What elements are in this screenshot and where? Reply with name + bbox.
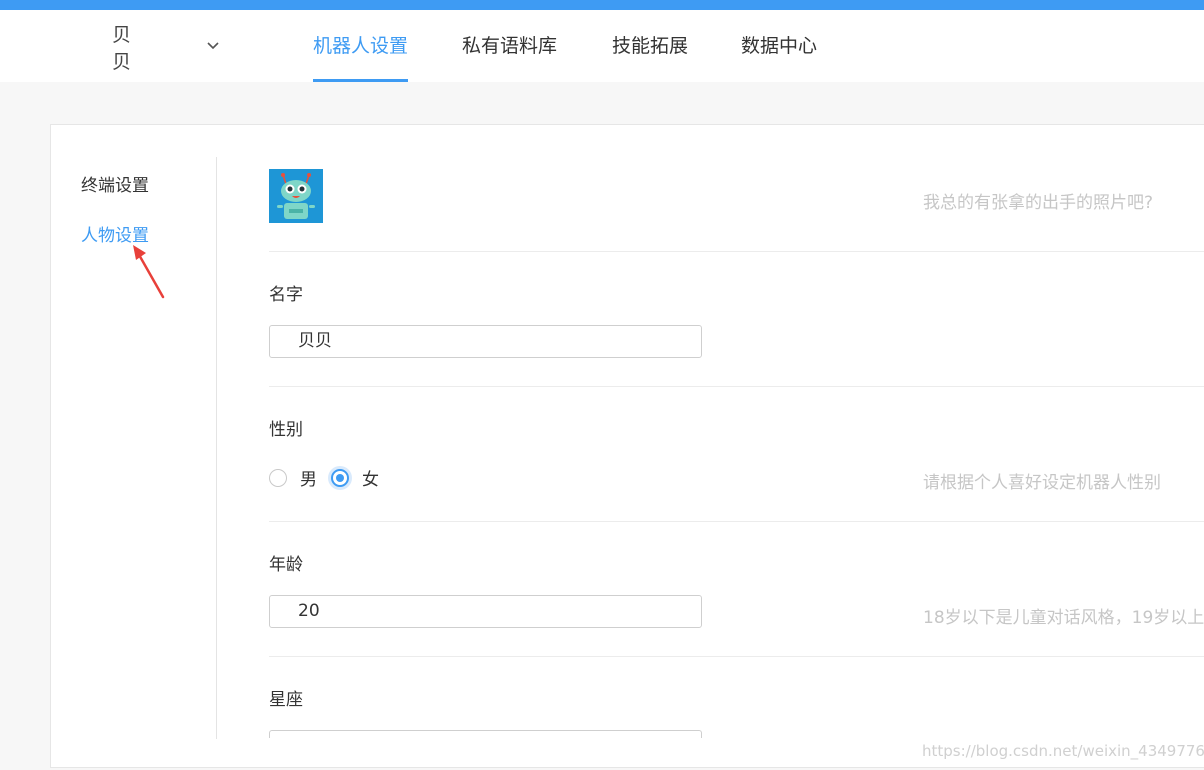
sidebar-divider [216, 157, 217, 739]
age-hint: 18岁以下是儿童对话风格，19岁以上是常规 [923, 608, 1204, 628]
avatar-hint: 我总的有张拿的出手的照片吧? [923, 193, 1154, 213]
header: 贝贝 机器人设置 私有语料库 技能拓展 数据中心 [0, 10, 1204, 82]
gender-option-female[interactable]: 女 [331, 465, 379, 490]
zodiac-label: 星座 [269, 690, 303, 710]
section-divider [269, 386, 1204, 387]
active-tab-indicator [313, 79, 409, 82]
nav-tab-data-center[interactable]: 数据中心 [741, 10, 817, 82]
settings-panel: 终端设置 人物设置 我总的有张拿的出手的照片吧? 名字 贝贝 性别 男 女 请根… [50, 124, 1204, 768]
radio-label: 男 [300, 470, 317, 490]
age-label: 年龄 [269, 555, 303, 575]
age-field[interactable]: 20 [269, 595, 702, 628]
nav-tab-label: 机器人设置 [313, 35, 409, 57]
gender-label: 性别 [269, 420, 303, 440]
settings-sidebar: 终端设置 人物设置 [51, 125, 216, 767]
name-field[interactable]: 贝贝 [269, 325, 702, 358]
nav-tab-skill-extension[interactable]: 技能拓展 [612, 10, 688, 82]
robot-name: 贝贝 [112, 24, 132, 73]
nav-tab-label: 技能拓展 [612, 35, 689, 57]
watermark: https://blog.csdn.net/weixin_43497769 [922, 742, 1204, 760]
top-accent-bar [0, 0, 1204, 10]
nav-tab-label: 私有语料库 [462, 35, 558, 57]
gender-hint: 请根据个人喜好设定机器人性别 [923, 473, 1161, 493]
gender-option-male[interactable]: 男 [269, 465, 317, 490]
section-divider [269, 251, 1204, 252]
character-settings-form: 我总的有张拿的出手的照片吧? 名字 贝贝 性别 男 女 请根据个人喜好设定机器人… [269, 125, 1204, 767]
section-divider [269, 521, 1204, 522]
nav-tab-private-corpus[interactable]: 私有语料库 [462, 10, 557, 82]
radio-unchecked-icon [269, 468, 287, 487]
radio-checked-icon [331, 468, 349, 487]
zodiac-field[interactable] [269, 730, 702, 738]
chevron-down-icon [207, 42, 219, 50]
annotation-arrow-icon [133, 245, 165, 299]
nav-tab-robot-settings[interactable]: 机器人设置 [313, 10, 409, 82]
gender-radio-group: 男 女 [269, 465, 393, 490]
robot-avatar[interactable] [269, 169, 323, 223]
nav-tab-label: 数据中心 [741, 35, 818, 57]
section-divider [269, 656, 1204, 657]
radio-label: 女 [362, 470, 379, 490]
sidebar-item-terminal-settings[interactable]: 终端设置 [81, 171, 149, 196]
name-label: 名字 [269, 285, 303, 305]
